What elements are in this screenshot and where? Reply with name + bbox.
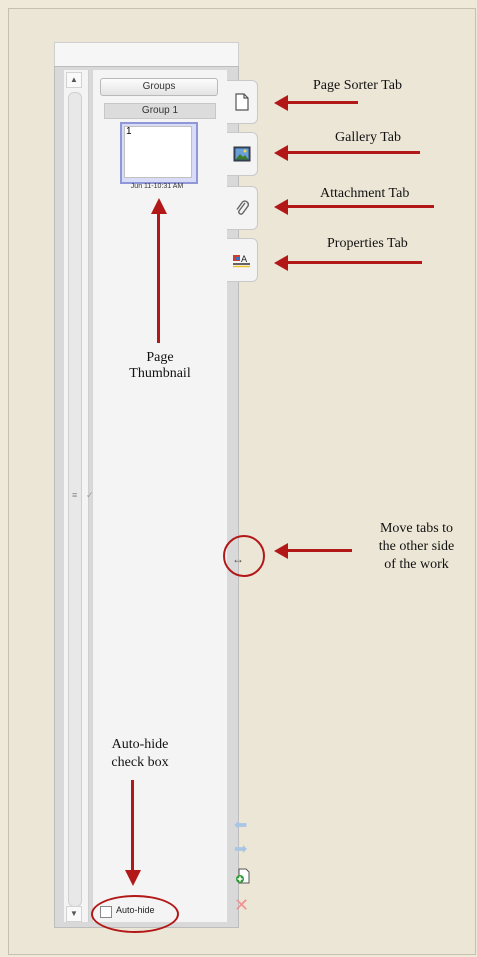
picture-icon: [233, 146, 251, 162]
callout-arrow-thumbnail: [157, 213, 160, 343]
panel-topbar: [54, 42, 239, 67]
delete-page-icon[interactable]: ✕: [234, 895, 249, 916]
callout-arrow-properties: [286, 261, 422, 264]
tab-properties[interactable]: A: [227, 238, 258, 282]
page-icon: [235, 93, 249, 111]
callout-autohide-line2: check box: [111, 755, 169, 770]
tab-page-sorter[interactable]: [227, 80, 258, 124]
resize-grip-icon[interactable]: ≡: [72, 490, 77, 500]
callout-thumbnail-line2: Thumbnail: [129, 366, 191, 381]
previous-page-icon[interactable]: ⬅: [234, 815, 247, 835]
callout-properties: Properties Tab: [327, 236, 408, 251]
page-thumbnail-date: Jun 11-10:31 AM: [130, 183, 184, 190]
callout-arrow-attachment: [286, 205, 434, 208]
group-label[interactable]: Group 1: [104, 103, 216, 119]
callout-arrow-gallery: [286, 151, 420, 154]
groups-button[interactable]: Groups: [100, 78, 218, 96]
callout-thumbnail-line1: Page: [146, 350, 174, 365]
page-thumbnail-canvas[interactable]: [124, 126, 192, 178]
callout-arrow-move: [286, 549, 352, 552]
callout-autohide-line1: Auto-hide: [111, 737, 169, 752]
scroll-up-button[interactable]: ▲: [66, 72, 82, 88]
scroll-down-button[interactable]: ▼: [66, 906, 82, 922]
callout-arrow-head-autohide: [125, 870, 141, 886]
move-tabs-highlight: [223, 535, 265, 577]
paperclip-icon: [236, 200, 249, 215]
callout-arrow-page-sorter: [286, 101, 358, 104]
callout-arrow-head-thumbnail: [151, 198, 167, 214]
callout-move-tabs: Move tabs to the other side of the work: [356, 520, 477, 574]
add-page-icon[interactable]: [234, 867, 252, 890]
callout-arrow-autohide: [131, 780, 134, 872]
tab-gallery[interactable]: [227, 132, 258, 176]
callout-move-line3: of the work: [384, 557, 449, 572]
tab-attachment[interactable]: [227, 186, 258, 230]
callout-attachment: Attachment Tab: [320, 186, 410, 201]
callout-autohide: Auto-hide check box: [85, 736, 195, 772]
callout-move-line1: Move tabs to: [379, 521, 454, 536]
autohide-highlight: [91, 895, 179, 933]
next-page-icon[interactable]: ➡: [234, 839, 247, 859]
callout-gallery: Gallery Tab: [335, 130, 402, 145]
callout-thumbnail: Page Thumbnail: [110, 350, 210, 382]
properties-icon: A: [233, 255, 250, 268]
callout-move-line2: the other side: [378, 539, 455, 554]
callout-page-sorter: Page Sorter Tab: [313, 78, 402, 93]
page-thumbnail-number: 1: [126, 126, 132, 137]
